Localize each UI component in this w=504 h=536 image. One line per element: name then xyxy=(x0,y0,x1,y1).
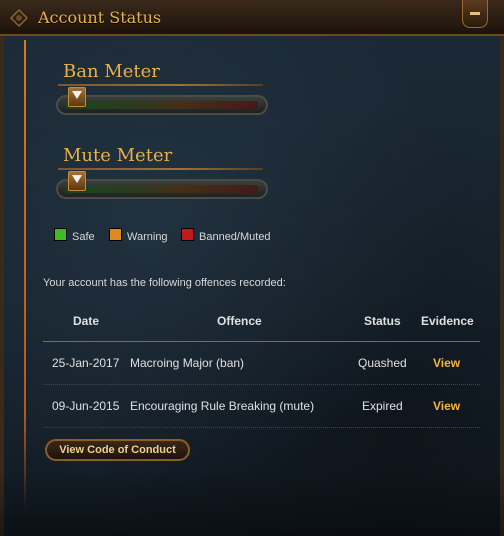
column-header-status: Status xyxy=(364,314,401,328)
legend-swatch-safe xyxy=(54,228,67,241)
ornament-icon xyxy=(9,8,29,28)
minimize-button[interactable] xyxy=(462,0,488,28)
table-cell-date: 25-Jan-2017 xyxy=(52,356,120,370)
view-code-of-conduct-button[interactable]: View Code of Conduct xyxy=(45,439,190,461)
side-accent-line xyxy=(24,40,26,510)
table-row-divider xyxy=(43,427,480,429)
ban-meter-marker xyxy=(67,87,86,107)
table-header-divider xyxy=(43,341,480,342)
legend-label: Warning xyxy=(127,231,168,243)
ban-meter-title: Ban Meter xyxy=(63,61,160,82)
panel-title: Account Status xyxy=(38,8,162,27)
legend-item-banned: Banned/Muted xyxy=(181,228,271,243)
ban-meter-rule xyxy=(58,84,263,86)
legend-swatch-warning xyxy=(109,228,122,241)
legend-label: Banned/Muted xyxy=(199,231,271,243)
table-row-divider xyxy=(43,384,480,386)
legend-item-warning: Warning xyxy=(109,228,168,243)
table-cell-status: Quashed xyxy=(358,356,407,370)
mute-meter-track xyxy=(56,179,268,199)
triangle-down-icon xyxy=(71,91,82,99)
legend-label: Safe xyxy=(72,231,95,243)
offences-intro: Your account has the following offences … xyxy=(43,277,286,289)
minus-icon xyxy=(470,12,480,15)
mute-meter-title: Mute Meter xyxy=(63,145,173,166)
ban-meter-track xyxy=(56,95,268,115)
table-cell-offence: Encouraging Rule Breaking (mute) xyxy=(130,399,315,413)
mute-meter-fill xyxy=(66,185,258,193)
view-evidence-link[interactable]: View xyxy=(433,399,460,413)
column-header-date: Date xyxy=(73,314,100,328)
triangle-down-icon xyxy=(71,175,82,183)
mute-meter-rule xyxy=(58,168,263,170)
table-cell-status: Expired xyxy=(362,399,403,413)
legend-swatch-banned xyxy=(181,228,194,241)
legend-item-safe: Safe xyxy=(54,228,95,243)
column-header-evidence: Evidence xyxy=(421,314,474,328)
view-evidence-link[interactable]: View xyxy=(433,356,460,370)
table-cell-offence: Macroing Major (ban) xyxy=(130,356,245,370)
mute-meter-marker xyxy=(67,171,86,191)
panel-header: Account Status xyxy=(0,0,504,36)
table-cell-date: 09-Jun-2015 xyxy=(52,399,120,413)
ban-meter-fill xyxy=(66,101,258,109)
column-header-offence: Offence xyxy=(217,314,262,328)
bottom-shade xyxy=(0,470,504,536)
